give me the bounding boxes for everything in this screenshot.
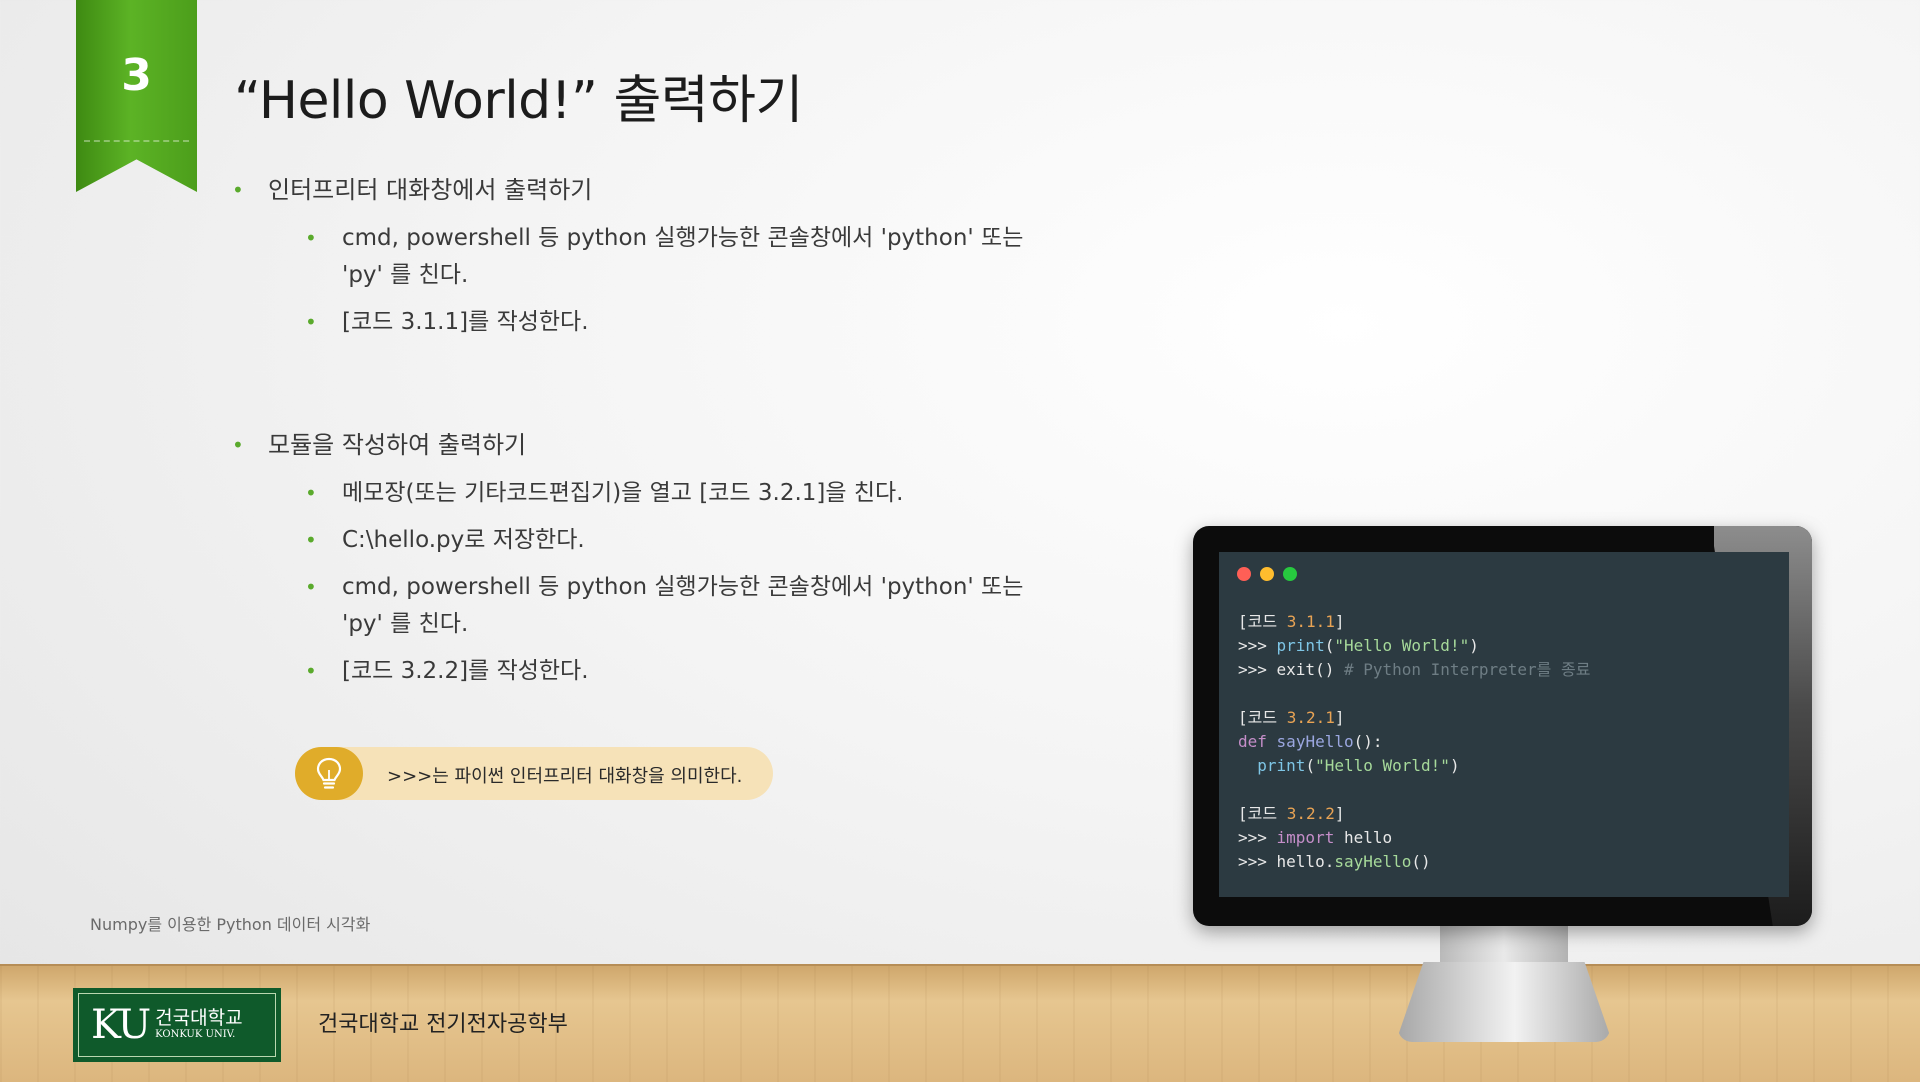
code-listing: [코드 3.1.1] >>> print("Hello World!") >>>… <box>1238 610 1590 874</box>
bullet-list: 인터프리터 대화창에서 출력하기 cmd, powershell 등 pytho… <box>230 172 1090 690</box>
bullet-module: 모듈을 작성하여 출력하기 <box>230 427 1090 463</box>
sub-bullet: [코드 3.2.2]를 작성한다. <box>230 653 1090 690</box>
sub-bullet: cmd, powershell 등 python 실행가능한 콘솔창에서 'py… <box>230 220 1042 294</box>
ku-logo-english: KONKUK UNIV. <box>155 1029 236 1040</box>
lightbulb-icon <box>295 747 363 800</box>
code-line: >>> import hello <box>1238 828 1393 847</box>
code-window: [코드 3.1.1] >>> print("Hello World!") >>>… <box>1219 552 1789 897</box>
code-label: [코드 3.1.1] <box>1238 612 1345 631</box>
slide-title: “Hello World!” 출력하기 <box>234 71 803 131</box>
ku-logo: KU 건국대학교 KONKUK UNIV. <box>73 988 281 1062</box>
code-line: print("Hello World!") <box>1257 756 1460 775</box>
section-ribbon: 3 <box>76 0 197 192</box>
maximize-dot-icon <box>1283 567 1297 581</box>
bullet-interpreter: 인터프리터 대화창에서 출력하기 <box>230 172 1090 208</box>
sub-bullet: cmd, powershell 등 python 실행가능한 콘솔창에서 'py… <box>230 569 1042 643</box>
ku-logo-mark: KU <box>91 1002 151 1048</box>
sub-bullet: 메모장(또는 기타코드편집기)을 열고 [코드 3.2.1]을 친다. <box>230 475 1090 512</box>
code-line: >>> print("Hello World!") <box>1238 636 1479 655</box>
code-line: def sayHello(): <box>1238 732 1383 751</box>
section-number: 3 <box>121 50 152 101</box>
close-dot-icon <box>1237 567 1251 581</box>
tip-text: >>>는 파이썬 인터프리터 대화창을 의미한다. <box>387 766 743 787</box>
wooden-floor <box>0 964 1920 1082</box>
sub-bullet: [코드 3.1.1]를 작성한다. <box>230 304 1090 341</box>
slide: 3 “Hello World!” 출력하기 인터프리터 대화창에서 출력하기 c… <box>0 0 1920 1082</box>
minimize-dot-icon <box>1260 567 1274 581</box>
code-line: >>> exit() # Python Interpreter를 종료 <box>1238 660 1591 679</box>
course-title: Numpy를 이용한 Python 데이터 시각화 <box>90 915 371 934</box>
code-label: [코드 3.2.2] <box>1238 804 1345 823</box>
monitor-stand-base <box>1398 962 1610 1042</box>
code-label: [코드 3.2.1] <box>1238 708 1345 727</box>
ku-logo-korean: 건국대학교 <box>155 1007 243 1029</box>
code-line: >>> hello.sayHello() <box>1238 852 1431 871</box>
window-dots <box>1237 567 1297 581</box>
sub-bullet: C:\hello.py로 저장한다. <box>230 522 1090 559</box>
department-name: 건국대학교 전기전자공학부 <box>318 1012 568 1037</box>
tip-callout: >>>는 파이썬 인터프리터 대화창을 의미한다. <box>295 747 773 800</box>
